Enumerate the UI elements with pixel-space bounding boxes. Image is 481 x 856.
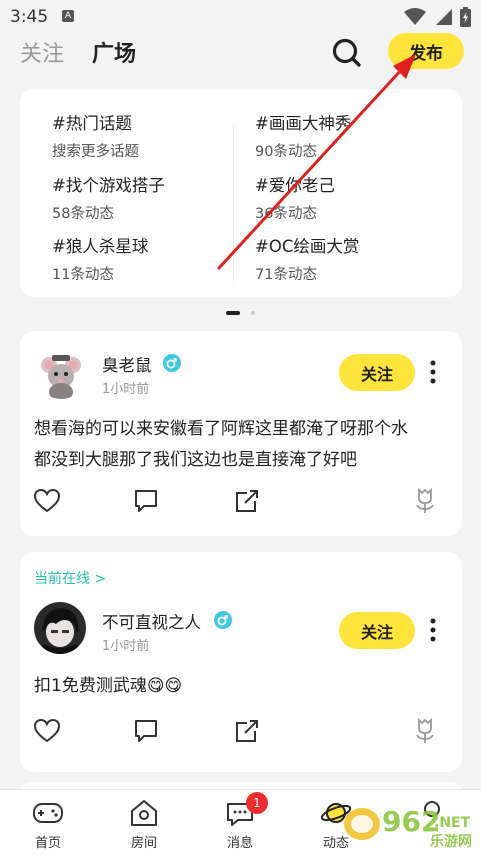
wifi-icon (404, 8, 426, 25)
post-card: 当前在线 > 不可直视之人 1小时前 关注 扣1免费测武魂😋😋 (20, 552, 462, 772)
watermark-subtitle: 乐游网 (430, 833, 472, 850)
nav-label: 首页 (34, 836, 61, 851)
more-vertical-icon (430, 360, 436, 384)
post-time: 1小时前 (102, 382, 150, 397)
comment-icon (135, 720, 157, 742)
username[interactable]: 臭老鼠 (102, 352, 152, 376)
signal-icon (436, 9, 452, 25)
topic-title: #找个游戏搭子 (52, 176, 165, 195)
status-time: 3:45 (10, 7, 49, 27)
gift-flower-button[interactable] (411, 717, 439, 745)
comment-icon (135, 490, 157, 512)
battery-icon (460, 7, 471, 27)
heart-icon (33, 488, 61, 513)
post-text: 想看海的可以来安徽看了阿辉这里都淹了呀那个水 都没到大腿那了我们这边也是直接淹了… (34, 414, 459, 476)
topic-subtitle: 58条动态 (52, 206, 114, 222)
search-button[interactable] (330, 36, 364, 70)
more-button[interactable] (423, 616, 443, 646)
flower-icon (416, 487, 434, 513)
share-icon (236, 720, 258, 742)
topic-title: #热门话题 (52, 114, 132, 133)
topic-subtitle: 搜索更多话题 (52, 144, 139, 160)
more-vertical-icon (430, 618, 436, 642)
share-button[interactable] (233, 717, 261, 745)
nav-home[interactable]: 首页 (18, 790, 78, 856)
follow-button[interactable]: 关注 (339, 612, 415, 649)
nav-label: 消息 (226, 836, 253, 851)
topic-subtitle: 71条动态 (255, 267, 317, 283)
heart-icon (33, 718, 61, 743)
follow-button[interactable]: 关注 (339, 354, 415, 391)
topic-title: #爱你老己 (255, 176, 335, 195)
like-button[interactable] (33, 487, 61, 515)
topic-title: #狼人杀星球 (52, 237, 149, 256)
unread-badge: 1 (246, 792, 268, 814)
search-icon (332, 38, 361, 67)
topics-card: #热门话题 搜索更多话题 #画画大神秀 90条动态 #找个游戏搭子 58条动态 … (20, 89, 462, 297)
topic-subtitle: 90条动态 (255, 144, 317, 160)
gamepad-icon (33, 803, 63, 823)
share-icon (236, 490, 258, 512)
like-button[interactable] (33, 717, 61, 745)
topic-item[interactable]: #狼人杀星球 11条动态 (52, 233, 252, 284)
post-text: 扣1免费测武魂😋😋 (34, 676, 183, 696)
topic-title: #画画大神秀 (255, 114, 352, 133)
site-watermark-logo: 962 .NET 乐游网 (342, 800, 476, 850)
topic-item[interactable]: #画画大神秀 90条动态 (255, 110, 455, 161)
male-gender-icon (163, 354, 181, 372)
topic-item[interactable]: #热门话题 搜索更多话题 (52, 110, 252, 161)
username[interactable]: 不可直视之人 (102, 609, 201, 633)
post-card: 臭老鼠 1小时前 关注 想看海的可以来安徽看了阿辉这里都淹了呀那个水 都没到大腿… (20, 331, 462, 536)
comment-button[interactable] (132, 717, 160, 745)
carousel-dot[interactable] (251, 311, 255, 315)
house-icon (131, 800, 157, 826)
gift-flower-button[interactable] (411, 487, 439, 515)
rat-avatar-icon (35, 347, 87, 399)
status-icons (404, 7, 471, 27)
notification-a-icon: A (62, 10, 74, 22)
publish-button[interactable]: 发布 (388, 33, 464, 69)
nav-messages[interactable]: 1 消息 (210, 790, 270, 856)
nav-rooms[interactable]: 房间 (114, 790, 174, 856)
topic-subtitle: 11条动态 (52, 267, 114, 283)
online-status-link[interactable]: 当前在线 > (34, 568, 106, 588)
topic-item[interactable]: #OC绘画大赏 71条动态 (255, 233, 455, 284)
post-time: 1小时前 (102, 639, 150, 654)
topic-title: #OC绘画大赏 (255, 237, 360, 256)
male-gender-icon (214, 611, 232, 629)
carousel-dot-active[interactable] (226, 311, 240, 315)
watermark-tld: .NET (434, 815, 471, 831)
nav-label: 房间 (130, 836, 157, 851)
topic-item[interactable]: #找个游戏搭子 58条动态 (52, 172, 252, 223)
post-text-line: 都没到大腿那了我们这边也是直接淹了好吧 (34, 450, 357, 470)
post-text-line: 想看海的可以来安徽看了阿辉这里都淹了呀那个水 (34, 419, 408, 439)
avatar[interactable] (34, 602, 86, 654)
more-button[interactable] (423, 358, 443, 388)
tab-square[interactable]: 广场 (92, 36, 136, 68)
avatar[interactable] (35, 347, 87, 399)
share-button[interactable] (233, 487, 261, 515)
comment-button[interactable] (132, 487, 160, 515)
tab-follow[interactable]: 关注 (20, 36, 64, 68)
flower-icon (416, 717, 434, 743)
topic-subtitle: 36条动态 (255, 206, 317, 222)
anime-avatar-icon (34, 602, 86, 654)
topic-item[interactable]: #爱你老己 36条动态 (255, 172, 455, 223)
